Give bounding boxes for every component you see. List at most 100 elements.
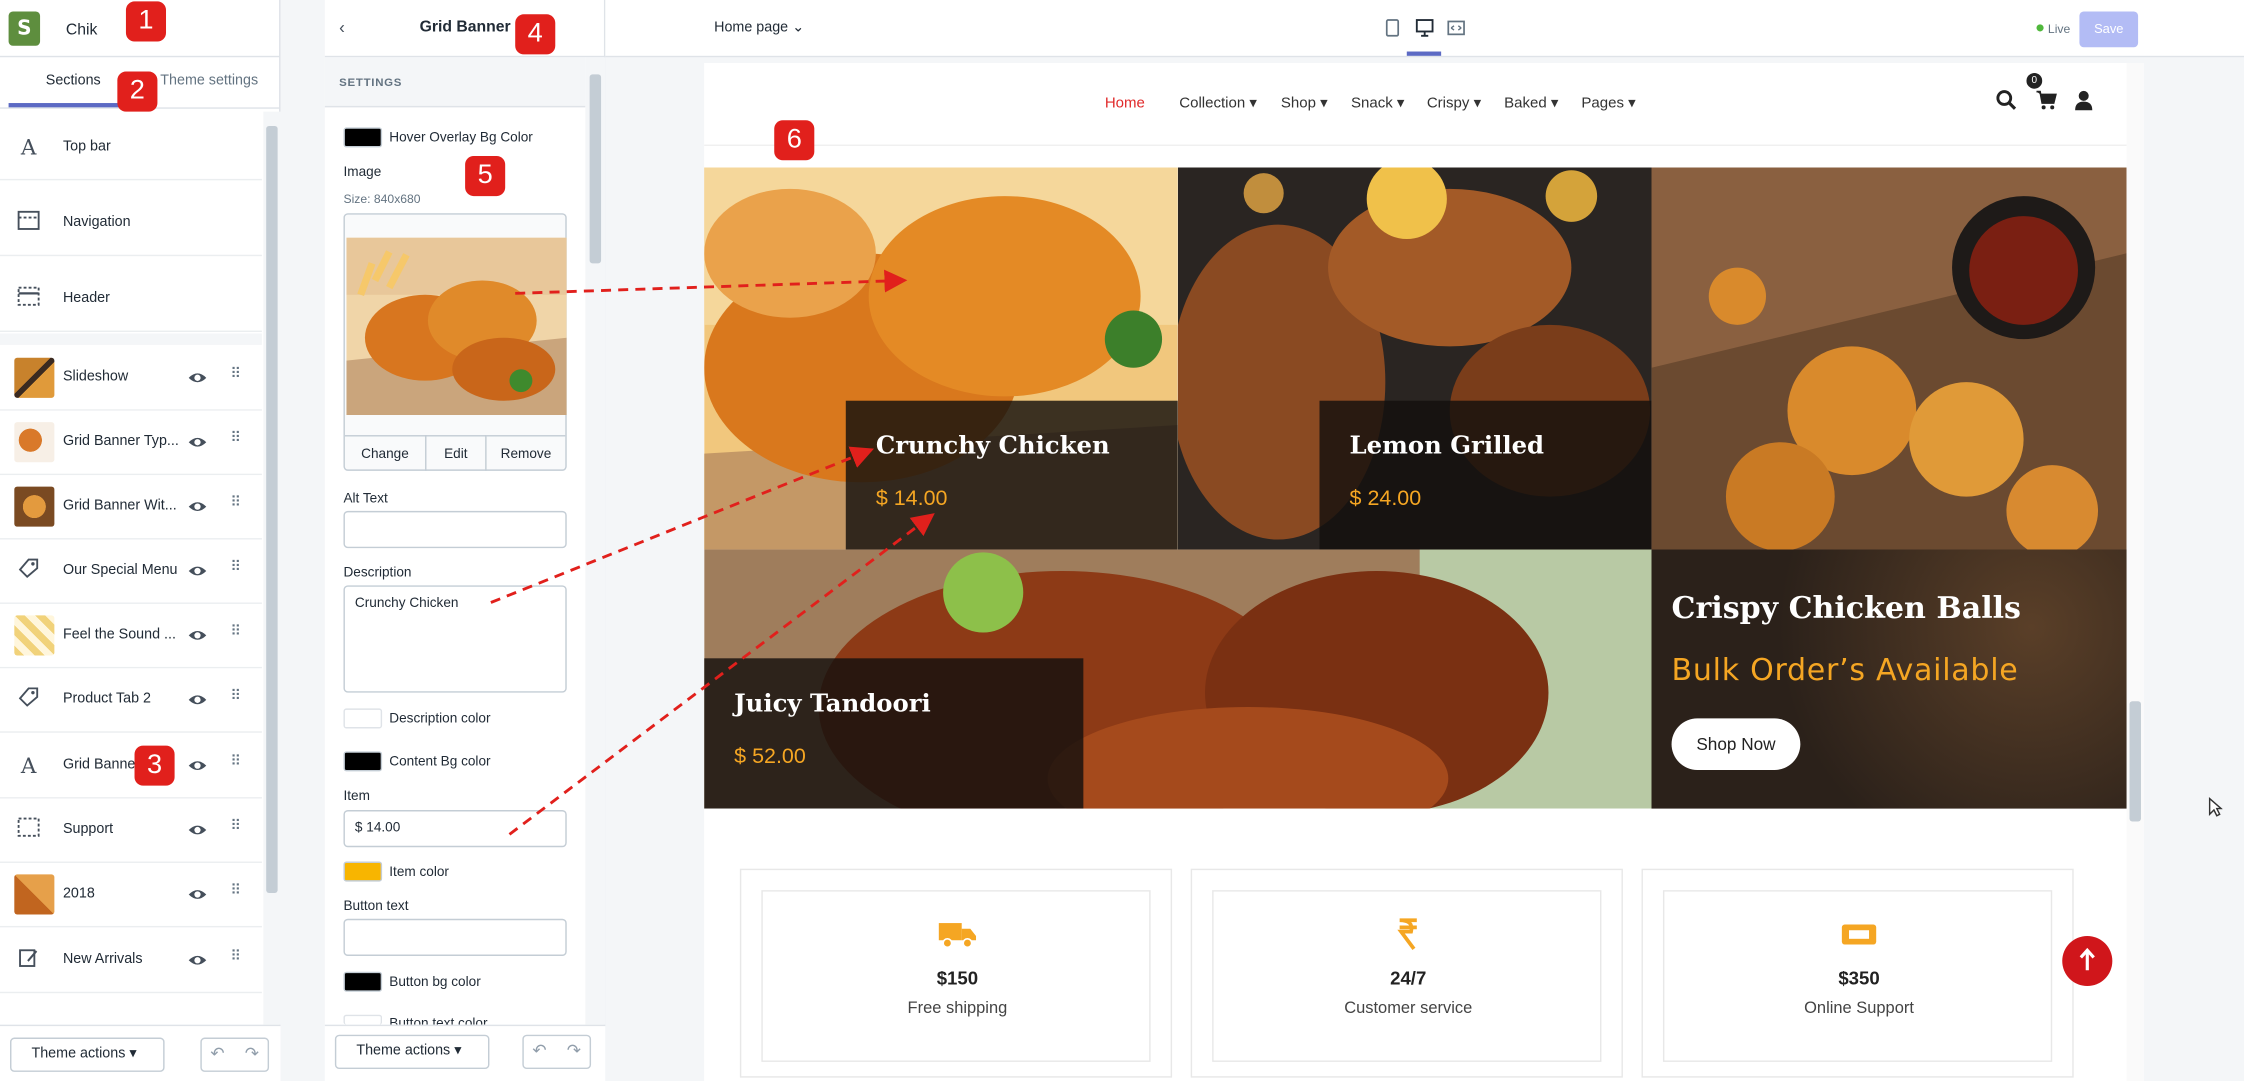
redo-icon[interactable]: ↷ [245, 1043, 259, 1063]
eye-icon[interactable] [187, 432, 207, 452]
preview-scroll-thumb[interactable] [2129, 701, 2141, 822]
feature-card-inner: 24/7 Customer service [1212, 890, 1602, 1062]
scroll-to-top-button[interactable] [2062, 935, 2113, 987]
drag-handle-icon[interactable]: ⠿ [230, 560, 240, 576]
eye-icon[interactable] [187, 368, 207, 388]
save-button[interactable]: Save [2079, 11, 2139, 48]
theme-actions-button[interactable]: Theme actions ▾ [10, 1037, 165, 1072]
banner-caption: Juicy Tandoori $ 52.00 [704, 658, 1084, 809]
settings-footer: Theme actions ▾ ↶ ↷ [324, 1024, 606, 1081]
section-item[interactable]: New Arrivals ⠿ [0, 928, 262, 994]
section-item[interactable]: Feel the Sound ... ⠿ [0, 603, 262, 669]
edit-image-button[interactable]: Edit [426, 435, 487, 471]
mobile-view-icon[interactable] [1385, 19, 1400, 38]
banner-chicken-balls-image[interactable] [1651, 167, 2127, 550]
eye-icon[interactable] [187, 497, 207, 517]
shop-now-button[interactable]: Shop Now [1671, 718, 1801, 770]
section-item[interactable]: Product Tab 2 ⠿ [0, 668, 262, 733]
section-label: Feel the Sound ... [62, 626, 176, 643]
nav-item-pages[interactable]: Pages ▾ [1581, 94, 1635, 111]
fullscreen-view-icon[interactable] [1447, 19, 1466, 38]
section-item[interactable]: Support ⠿ [0, 798, 262, 863]
banner-title: Juicy Tandoori [734, 689, 931, 719]
banner-price: $ 14.00 [875, 486, 948, 511]
drag-handle-icon[interactable]: ⠿ [230, 688, 240, 704]
remove-image-button[interactable]: Remove [486, 435, 566, 471]
banner-juicy-tandoori[interactable]: Juicy Tandoori $ 52.00 [704, 549, 1652, 809]
drag-handle-icon[interactable]: ⠿ [230, 949, 240, 965]
sidebar-scroll-thumb[interactable] [266, 125, 278, 894]
eye-icon[interactable] [187, 884, 207, 904]
button-bg-color-swatch[interactable] [343, 971, 383, 992]
eye-icon[interactable] [187, 756, 207, 776]
nav-item-snack[interactable]: Snack ▾ [1351, 94, 1405, 111]
settings-scroll-thumb[interactable] [589, 74, 602, 264]
banner-price: $ 52.00 [734, 744, 806, 769]
eye-icon[interactable] [187, 690, 207, 710]
drag-handle-icon[interactable]: ⠿ [230, 431, 240, 447]
alt-text-input[interactable] [343, 510, 567, 549]
banner-lemon-grilled[interactable]: Lemon Grilled $ 24.00 [1177, 167, 1652, 550]
annotation-badge-6: 6 [774, 120, 815, 161]
eye-icon[interactable] [187, 820, 207, 840]
button-text-input[interactable] [343, 918, 567, 956]
button-text-color-swatch[interactable] [343, 1014, 383, 1025]
ticket-icon [1841, 924, 1877, 945]
nav-item-crispy[interactable]: Crispy ▾ [1427, 94, 1481, 111]
eye-icon[interactable] [187, 625, 207, 645]
drag-handle-icon[interactable]: ⠿ [230, 819, 240, 835]
search-icon[interactable] [1995, 89, 2018, 112]
drag-handle-icon[interactable]: ⠿ [230, 495, 240, 511]
drag-handle-icon[interactable]: ⠿ [230, 883, 240, 899]
section-item[interactable]: A Top bar [0, 115, 262, 181]
eye-icon[interactable] [187, 950, 207, 970]
redo-icon[interactable]: ↷ [567, 1040, 581, 1060]
desktop-view-icon[interactable] [1415, 19, 1434, 38]
section-item-active[interactable]: A Grid Banner ⠿ [0, 734, 262, 799]
hover-overlay-color-swatch[interactable] [343, 127, 383, 148]
item-color-swatch[interactable] [343, 861, 383, 882]
item-input[interactable]: $ 14.00 [343, 810, 567, 848]
change-image-button[interactable]: Change [344, 435, 427, 471]
undo-icon[interactable]: ↶ [532, 1040, 546, 1060]
section-item[interactable]: Our Special Menu ⠿ [0, 539, 262, 604]
shopify-logo[interactable]: S [8, 11, 41, 46]
annotation-badge-3: 3 [134, 745, 175, 786]
tab-sections[interactable]: Sections [46, 73, 101, 89]
shop-name: Chik [65, 21, 98, 39]
section-item[interactable]: Header [0, 267, 262, 333]
section-label: Grid Banner [62, 757, 141, 773]
nav-item-baked[interactable]: Baked ▾ [1504, 94, 1558, 111]
item-color-label: Item color [389, 864, 449, 881]
content-bg-label: Content Bg color [389, 754, 491, 770]
section-item[interactable]: Grid Banner Typ... ⠿ [0, 410, 262, 476]
drag-handle-icon[interactable]: ⠿ [230, 366, 240, 382]
cart-icon[interactable] [2035, 89, 2058, 112]
page-selector[interactable]: Home page ⌄ [714, 20, 804, 36]
undo-icon[interactable]: ↶ [210, 1043, 224, 1063]
feature-card: $150 Free shipping [739, 868, 1173, 1078]
preview-scrollbar[interactable] [2126, 62, 2144, 1081]
hover-overlay-label: Hover Overlay Bg Color [389, 130, 533, 146]
section-item[interactable]: 2018 ⠿ [0, 862, 262, 928]
drag-handle-icon[interactable]: ⠿ [230, 624, 240, 640]
nav-item-home[interactable]: Home [1105, 94, 1145, 111]
account-icon[interactable] [2072, 89, 2095, 112]
theme-actions-button[interactable]: Theme actions ▾ [334, 1034, 490, 1070]
eye-icon[interactable] [187, 561, 207, 581]
section-item[interactable]: Grid Banner Wit... ⠿ [0, 475, 262, 540]
nav-item-collection[interactable]: Collection ▾ [1179, 94, 1257, 111]
tab-theme-settings[interactable]: Theme settings [160, 73, 258, 89]
image-preview[interactable] [346, 237, 567, 416]
banner-crunchy-chicken[interactable]: Crunchy Chicken $ 14.00 [704, 167, 1178, 550]
banner-caption: Lemon Grilled $ 24.00 [1319, 400, 1652, 550]
drag-handle-icon[interactable]: ⠿ [230, 754, 240, 770]
section-thumbnail [14, 874, 55, 915]
description-color-swatch[interactable] [343, 708, 383, 729]
nav-item-shop[interactable]: Shop ▾ [1281, 94, 1328, 111]
description-textarea[interactable]: Crunchy Chicken [343, 585, 567, 693]
section-item[interactable]: Navigation [0, 191, 262, 257]
section-item[interactable]: Slideshow ⠿ [0, 346, 262, 411]
section-label: Header [62, 290, 110, 307]
content-bg-color-swatch[interactable] [343, 751, 383, 772]
